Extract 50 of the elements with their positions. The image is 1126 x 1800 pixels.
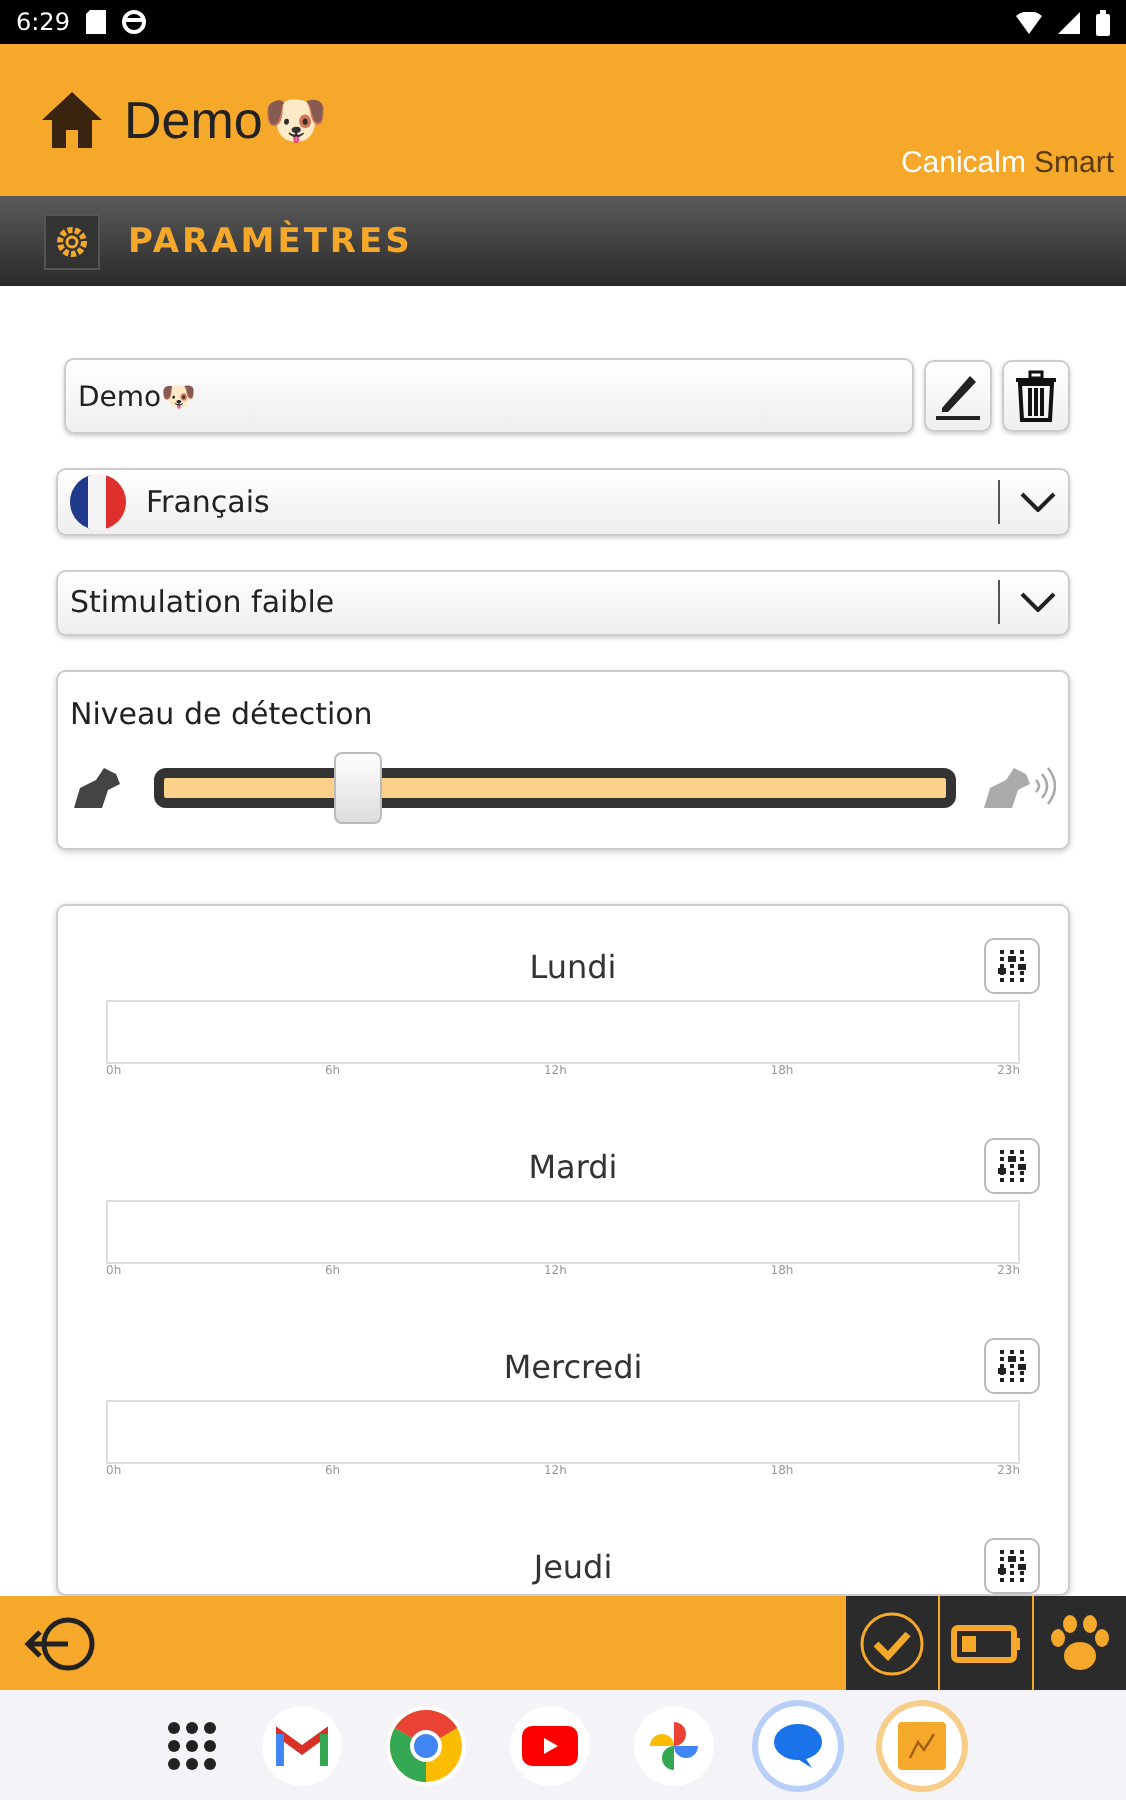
pencil-icon <box>934 370 982 422</box>
slider-handle[interactable] <box>333 752 382 824</box>
paw-button[interactable] <box>1032 1596 1126 1690</box>
logout-icon <box>20 1613 100 1673</box>
schedule-settings-button[interactable] <box>984 1138 1040 1194</box>
trash-icon <box>1014 370 1058 422</box>
battery-button[interactable] <box>938 1596 1032 1690</box>
browser-app-icon[interactable] <box>385 1705 465 1785</box>
chevron-down-icon <box>1020 491 1056 512</box>
app-grid-icon[interactable] <box>165 1719 217 1771</box>
sd-card-icon <box>85 10 106 34</box>
status-ok-button[interactable] <box>844 1596 938 1690</box>
sliders-icon <box>996 1348 1028 1384</box>
settings-icon <box>44 213 100 269</box>
check-icon <box>858 1609 926 1677</box>
day-title: Mercredi <box>503 1347 643 1385</box>
video-app-icon[interactable] <box>509 1705 589 1785</box>
schedule-settings-button[interactable] <box>984 1538 1040 1594</box>
day-title: Mardi <box>528 1147 618 1185</box>
brand-name: Canicalm Smart <box>900 146 1114 180</box>
section-title: PARAMÈTRES <box>128 221 413 261</box>
language-select[interactable]: Français <box>56 468 1070 535</box>
edit-button[interactable] <box>924 360 992 432</box>
schedule-settings-button[interactable] <box>984 938 1040 994</box>
wifi-icon <box>1016 11 1042 33</box>
signal-icon <box>1058 11 1080 33</box>
detection-label: Niveau de détection <box>70 696 375 732</box>
battery-icon <box>1096 9 1110 35</box>
mail-app-icon[interactable] <box>261 1705 341 1785</box>
status-time: 6:29 <box>16 8 70 36</box>
day-title: Jeudi <box>533 1547 613 1585</box>
delete-button[interactable] <box>1002 360 1070 432</box>
paw-icon <box>1048 1613 1112 1673</box>
flag-icon <box>70 473 126 530</box>
home-icon[interactable] <box>40 90 104 150</box>
day-title: Lundi <box>529 947 617 985</box>
photos-app-icon[interactable] <box>633 1705 713 1785</box>
battery-icon <box>950 1623 1022 1663</box>
notification-icon <box>121 10 146 34</box>
logout-button[interactable] <box>20 1613 100 1673</box>
messages-app-icon[interactable] <box>757 1705 837 1785</box>
dog-barking-icon <box>980 764 1056 812</box>
profile-title: Demo🐶 <box>124 89 327 151</box>
sliders-icon <box>996 948 1028 984</box>
mode-select[interactable]: Stimulation faible <box>56 569 1070 636</box>
name-field[interactable]: Demo🐶 <box>64 358 914 434</box>
chevron-down-icon <box>1020 592 1056 613</box>
sliders-icon <box>996 1148 1028 1184</box>
sliders-icon <box>996 1548 1028 1584</box>
schedule-settings-button[interactable] <box>984 1338 1040 1394</box>
